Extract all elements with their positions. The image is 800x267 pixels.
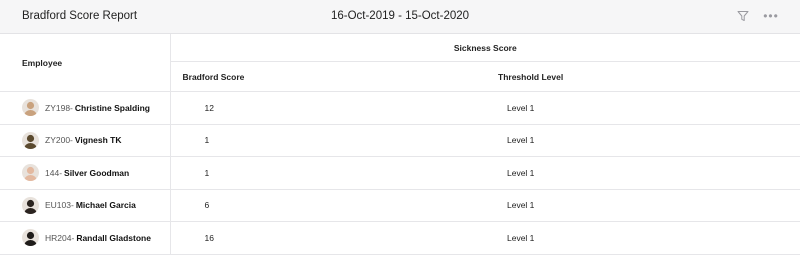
avatar — [22, 99, 39, 117]
employee-id: 144 — [45, 167, 60, 178]
employee-separator: - — [59, 167, 63, 178]
bradford-score-cell: 16 — [170, 221, 490, 255]
employee-cell[interactable]: EU103 - Michael Garcia — [0, 189, 171, 222]
bradford-score-table: Employee Sickness Score Bradford Score T… — [0, 34, 800, 255]
table-row[interactable]: 144 - Silver Goodman 1 Level 1 — [0, 156, 800, 190]
employee-name[interactable]: Vignesh TK — [75, 135, 122, 145]
employee-cell[interactable]: HR204 - Randall Gladstone — [0, 221, 171, 255]
employee-cell[interactable]: ZY200 - Vignesh TK — [0, 124, 171, 157]
bradford-score-cell: 12 — [170, 91, 490, 125]
employee-id: ZY198 — [45, 102, 71, 113]
column-header-employee[interactable]: Employee — [0, 34, 171, 92]
avatar — [22, 164, 39, 182]
employee-name[interactable]: Silver Goodman — [64, 168, 129, 178]
threshold-level-cell: Level 1 — [490, 156, 800, 190]
table-row[interactable]: ZY200 - Vignesh TK 1 Level 1 — [0, 124, 800, 157]
employee-name[interactable]: Michael Garcia — [76, 200, 136, 210]
filter-icon[interactable] — [736, 9, 750, 23]
employee-id: EU103 — [45, 200, 71, 211]
bradford-score-cell: 6 — [170, 189, 490, 222]
table-row[interactable]: ZY198 - Christine Spalding 12 Level 1 — [0, 91, 800, 125]
avatar — [22, 131, 39, 149]
header-actions: ••• — [736, 9, 778, 23]
threshold-level-cell: Level 1 — [490, 189, 800, 222]
employee-name[interactable]: Randall Gladstone — [76, 233, 151, 243]
employee-separator: - — [70, 135, 73, 146]
column-group-sickness-score: Sickness Score — [170, 34, 800, 63]
bradford-score-cell: 1 — [170, 156, 490, 190]
employee-separator: - — [71, 232, 75, 243]
employee-cell[interactable]: 144 - Silver Goodman — [0, 156, 171, 190]
column-header-bradford-score[interactable]: Bradford Score — [170, 61, 490, 92]
report-page: Bradford Score Report 16-Oct-2019 - 15-O… — [0, 0, 800, 267]
employee-info: ZY200 - Vignesh TK — [22, 131, 170, 149]
report-header: Bradford Score Report 16-Oct-2019 - 15-O… — [0, 0, 800, 34]
employee-info: 144 - Silver Goodman — [22, 164, 170, 182]
bradford-score-cell: 1 — [170, 124, 490, 157]
employee-info: ZY198 - Christine Spalding — [22, 99, 170, 117]
column-header-threshold-level[interactable]: Threshold Level — [490, 61, 800, 92]
employee-cell[interactable]: ZY198 - Christine Spalding — [0, 91, 171, 125]
employee-separator: - — [71, 200, 74, 211]
employee-info: EU103 - Michael Garcia — [22, 196, 170, 214]
employee-id: HR204 — [45, 232, 72, 243]
avatar — [22, 196, 39, 214]
employee-info: HR204 - Randall Gladstone — [22, 229, 170, 247]
employee-id: ZY200 — [45, 135, 71, 146]
employee-separator: - — [70, 102, 73, 113]
employee-name[interactable]: Christine Spalding — [75, 103, 150, 113]
avatar — [22, 229, 39, 247]
more-options-icon[interactable]: ••• — [763, 9, 778, 23]
table-row[interactable]: HR204 - Randall Gladstone 16 Level 1 — [0, 221, 800, 255]
table-row[interactable]: EU103 - Michael Garcia 6 Level 1 — [0, 189, 800, 222]
date-range[interactable]: 16-Oct-2019 - 15-Oct-2020 — [0, 10, 800, 22]
threshold-level-cell: Level 1 — [490, 221, 800, 255]
threshold-level-cell: Level 1 — [490, 91, 800, 125]
threshold-level-cell: Level 1 — [490, 124, 800, 157]
